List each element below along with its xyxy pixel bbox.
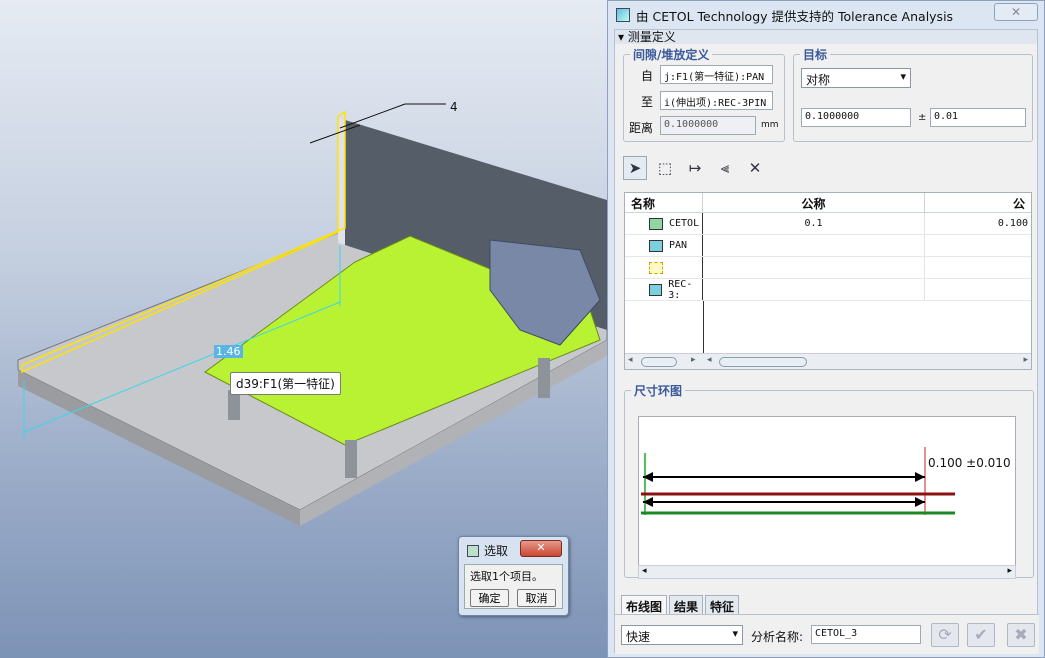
mode-dropdown[interactable]: 快速 — [621, 625, 743, 645]
select-message: 选取1个项目。 — [470, 570, 543, 583]
add-dimension-icon[interactable]: ↦ — [683, 156, 707, 180]
part-icon — [649, 239, 663, 252]
refresh-button[interactable]: ⟳ — [931, 623, 959, 647]
loop-diagram[interactable]: 0.100 ±0.010 — [638, 416, 1016, 566]
target-nominal-field[interactable]: 0.1000000 — [801, 108, 911, 127]
scroll-thumb[interactable] — [719, 357, 807, 367]
table-row[interactable]: CETOL 0.1 0.100 — [625, 213, 1031, 235]
app-icon — [616, 8, 630, 22]
select-dialog-body: 选取1个项目。 确定 取消 — [464, 564, 563, 609]
cancel-dialog-button[interactable]: ✖ — [1007, 623, 1035, 647]
tolerance-analysis-dialog: 由 CETOL Technology 提供支持的 Tolerance Analy… — [607, 0, 1045, 658]
contributor-table[interactable]: 名称 公称 公 CETOL 0.1 0.100 PAN REC-3: ◂ ▸ ◂… — [624, 192, 1032, 370]
row-third — [925, 279, 1031, 300]
unit-label: mm — [761, 120, 779, 130]
column-third[interactable]: 公 — [925, 193, 1031, 212]
scroll-right-icon[interactable]: ▸ — [691, 355, 696, 365]
from-field[interactable]: j:F1(第一特征):PAN — [660, 65, 773, 84]
close-icon: ✕ — [536, 541, 546, 554]
pointer-icon[interactable]: ➤ — [623, 156, 647, 180]
close-icon: ✕ — [1010, 5, 1022, 19]
row-third — [925, 257, 1031, 278]
table-row[interactable]: PAN — [625, 235, 1031, 257]
row-name: CETOL — [669, 218, 700, 229]
analysis-name-label: 分析名称: — [751, 630, 804, 644]
dimension-label[interactable]: 4 — [450, 100, 458, 114]
row-name: REC-3: — [668, 278, 693, 301]
clearance-legend: 间隙/堆放定义 — [633, 48, 710, 62]
row-third: 0.100 — [997, 218, 1028, 229]
loop-diagram-svg — [641, 447, 955, 515]
dialog-close-button[interactable]: ✕ — [994, 3, 1038, 21]
target-type-dropdown[interactable]: 对称 — [801, 68, 911, 88]
column-nominal[interactable]: 公称 — [703, 193, 925, 212]
column-name[interactable]: 名称 — [625, 193, 703, 212]
dialog-title: 由 CETOL Technology 提供支持的 Tolerance Analy… — [636, 8, 954, 24]
dialog-content: ▾ 测量定义 间隙/堆放定义 自 j:F1(第一特征):PAN 至 i(伸出项)… — [614, 29, 1039, 654]
row-nominal: 0.1 — [703, 213, 925, 234]
scroll-left-icon[interactable]: ◂ — [707, 355, 712, 365]
to-label: 至 — [641, 95, 654, 109]
measure-definition-header[interactable]: ▾ 测量定义 — [615, 30, 1037, 44]
target-legend: 目标 — [803, 48, 828, 62]
distance-label: 距离 — [629, 121, 654, 135]
close-button[interactable]: ✕ — [520, 540, 562, 557]
table-row[interactable]: REC-3: — [625, 279, 1031, 301]
delete-icon[interactable]: ✕ — [743, 156, 767, 180]
app-icon — [467, 544, 479, 557]
plus-minus-label: ± — [918, 112, 927, 123]
select-dialog: 选取 ✕ 选取1个项目。 确定 取消 — [458, 536, 569, 616]
scroll-thumb[interactable] — [641, 357, 677, 367]
dimension-value-tag[interactable]: 1.46 — [214, 345, 243, 358]
check-icon: ✔ — [974, 625, 988, 644]
dialog-titlebar[interactable]: 由 CETOL Technology 提供支持的 Tolerance Analy… — [608, 1, 1044, 29]
feature-tooltip: d39:F1(第一特征) — [230, 372, 341, 395]
table-row[interactable] — [625, 257, 1031, 279]
select-dialog-title: 选取 — [484, 544, 509, 558]
cancel-button[interactable]: 取消 — [517, 589, 556, 607]
scroll-right-icon[interactable]: ▸ — [1023, 355, 1028, 365]
dimension-icon — [649, 217, 663, 230]
empty-selection-icon — [649, 261, 663, 274]
to-field[interactable]: i(伸出项):REC-3PIN — [660, 91, 773, 110]
scroll-left-icon[interactable]: ◂ — [628, 355, 633, 365]
add-box-icon[interactable]: ⬚ — [653, 156, 677, 180]
table-hscrollbar[interactable]: ◂ ▸ ◂ ▸ — [625, 353, 1031, 369]
row-third — [925, 235, 1031, 256]
scroll-right-icon[interactable]: ▸ — [1007, 566, 1012, 576]
confirm-button[interactable]: ✔ — [967, 623, 995, 647]
refresh-icon: ⟳ — [938, 625, 952, 644]
target-group: 目标 — [793, 46, 1033, 142]
dialog-footer: 快速 分析名称: CETOL_3 ⟳ ✔ ✖ — [615, 614, 1039, 654]
close-icon: ✖ — [1014, 625, 1028, 644]
part-icon — [649, 283, 663, 296]
align-icon[interactable]: ⫷ — [713, 156, 737, 180]
loop-hscrollbar[interactable]: ◂ ▸ — [638, 565, 1016, 579]
scroll-left-icon[interactable]: ◂ — [642, 566, 647, 576]
loop-legend: 尺寸环图 — [634, 384, 683, 398]
table-header: 名称 公称 公 — [625, 193, 1031, 213]
from-label: 自 — [641, 69, 654, 83]
distance-field: 0.1000000 — [660, 116, 756, 135]
row-nominal — [703, 257, 925, 278]
tolerance-annotation: 0.100 ±0.010 — [928, 456, 1011, 470]
analysis-name-field[interactable]: CETOL_3 — [811, 625, 921, 644]
ok-button[interactable]: 确定 — [470, 589, 509, 607]
row-name: PAN — [669, 240, 688, 251]
row-nominal — [703, 279, 925, 300]
row-nominal — [703, 235, 925, 256]
target-tolerance-field[interactable]: 0.01 — [930, 108, 1026, 127]
grid-toolbar: ➤ ⬚ ↦ ⫷ ✕ — [623, 156, 767, 180]
